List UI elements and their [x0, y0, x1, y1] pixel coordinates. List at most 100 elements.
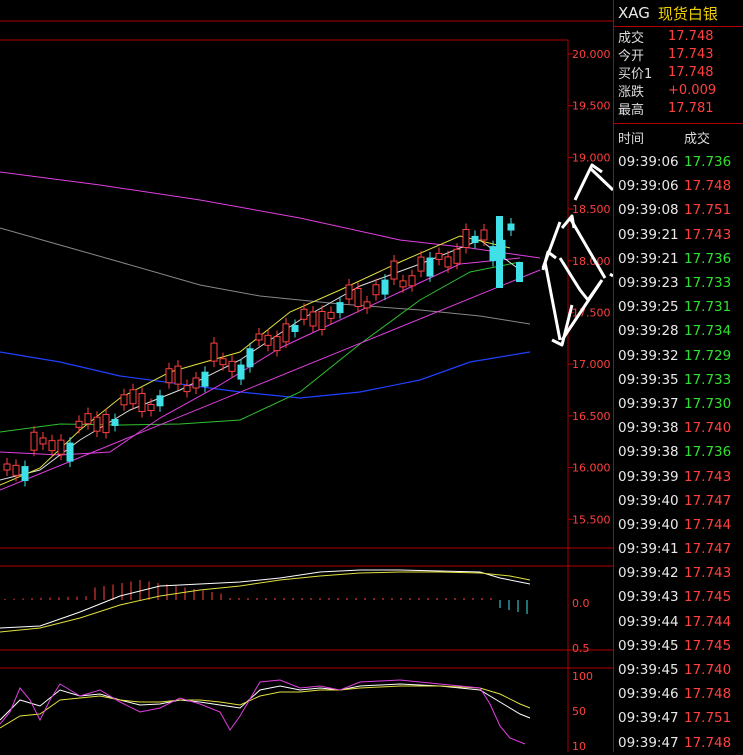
tick-row: 09:39:40 17.744: [614, 513, 743, 537]
quote-label: 今开: [618, 48, 645, 64]
candle-body: [318, 310, 326, 330]
macd-tick-label: 0.0: [572, 597, 590, 610]
tick-row: 09:39:25 17.731: [614, 295, 743, 319]
candle-body: [84, 413, 92, 425]
candle-body: [3, 463, 11, 471]
price-tick-label: 19.500: [572, 100, 611, 113]
tick-row: 09:39:08 17.751: [614, 198, 743, 222]
tick-time: 09:39:45: [618, 637, 679, 654]
candle-body: [345, 284, 353, 300]
candle-body: [192, 377, 200, 389]
tick-price: 17.744: [684, 516, 732, 533]
ma-line-blue: [0, 351, 531, 399]
kdj-k-line: [0, 683, 531, 721]
tick-price: 17.729: [684, 347, 732, 364]
chart-canvas: 20.00019.50019.00018.50018.00017.50017.0…: [0, 20, 613, 752]
candle-body: [120, 394, 128, 406]
price-tick-label: 19.000: [572, 151, 611, 164]
tick-row: 09:39:42 17.743: [614, 561, 743, 585]
tick-time: 09:39:38: [618, 420, 679, 437]
tick-list[interactable]: 09:39:06 17.736 09:39:06 17.748 09:39:08 17.7…: [614, 150, 743, 755]
tick-time: 09:39:46: [618, 686, 679, 703]
quote-value: 17.781: [668, 100, 714, 116]
tick-price: 17.743: [684, 468, 732, 485]
tick-row: 09:39:37 17.730: [614, 392, 743, 416]
quote-label: 最高: [618, 102, 645, 118]
tick-time: 09:39:32: [618, 347, 679, 364]
candle-body: [354, 288, 362, 308]
candle-body: [219, 358, 227, 366]
tick-time: 09:39:21: [618, 250, 679, 267]
symbol-name: 现货白银: [657, 4, 718, 23]
candle-body: [390, 260, 398, 280]
candle-body: [480, 229, 488, 241]
candle-body: [57, 439, 65, 455]
tick-row: 09:39:32 17.729: [614, 344, 743, 368]
candle-body: [426, 257, 434, 277]
tick-price: 17.736: [684, 250, 732, 267]
tick-price: 17.751: [684, 202, 732, 219]
tick-price: 17.730: [684, 395, 732, 412]
tick-time: 09:39:40: [618, 516, 679, 533]
macd-axis: 0.0 0.5: [572, 597, 590, 655]
tick-price: 17.745: [684, 637, 732, 654]
tick-price: 17.745: [684, 589, 732, 606]
tick-row: 09:39:47 17.751: [614, 706, 743, 730]
ticks-header-time: 时间: [618, 131, 645, 147]
candle-body: [21, 466, 29, 482]
tick-row: 09:39:21 17.743: [614, 223, 743, 247]
quote-row: 涨跌 +0.009: [614, 81, 743, 100]
tick-time: 09:39:28: [618, 323, 679, 340]
candle-body: [147, 403, 155, 411]
candle-body: [156, 395, 164, 407]
quote-summary: 成交 17.748 今开 17.743 买价1 17.748 涨跌 +0.009 最高 17.78…: [614, 27, 743, 118]
tick-time: 09:39:44: [618, 613, 679, 630]
tick-row: 09:39:40 17.747: [614, 489, 743, 513]
kline-chart[interactable]: 20.000 19.500 19.000 18.500 18.000 17.500 17.0…: [0, 0, 613, 752]
candle-body: [408, 275, 416, 287]
candle-body: [237, 364, 245, 380]
tick-time: 09:39:43: [618, 589, 679, 606]
tick-price: 17.740: [684, 662, 732, 679]
tick-time: 09:39:21: [618, 226, 679, 243]
tick-row: 09:39:35 17.733: [614, 368, 743, 392]
trend-line: [0, 269, 541, 491]
ma-line-magenta-long: [0, 171, 541, 259]
candle-body: [471, 235, 479, 243]
tick-time: 09:39:47: [618, 710, 679, 727]
tick-time: 09:39:08: [618, 202, 679, 219]
tick-time: 09:39:45: [618, 662, 679, 679]
candle-body: [201, 371, 209, 387]
quote-value: +0.009: [668, 82, 717, 98]
candle-body: [246, 348, 254, 368]
candle-body: [264, 334, 272, 346]
tick-time: 09:39:41: [618, 541, 679, 558]
symbol-code: XAG: [618, 4, 650, 22]
tick-row: 09:39:21 17.736: [614, 247, 743, 271]
tick-row: 09:39:44 17.744: [614, 610, 743, 634]
candle-body: [496, 216, 503, 288]
candle-body: [102, 414, 110, 434]
ma-line-gray: [0, 227, 531, 325]
candle-body: [93, 416, 101, 432]
price-tick-label: 17.000: [572, 358, 611, 371]
quote-label: 涨跌: [618, 84, 645, 100]
tick-price: 17.744: [684, 613, 732, 630]
tick-time: 09:39:39: [618, 468, 679, 485]
symbol-header: XAG 现货白银: [614, 0, 743, 27]
candle-body: [273, 336, 281, 352]
quote-value: 17.748: [668, 64, 714, 80]
tick-row: 09:39:43 17.745: [614, 585, 743, 609]
candle-body: [327, 311, 335, 319]
candle-body: [435, 252, 443, 260]
candle-body: [30, 431, 38, 451]
candle-body: [174, 365, 182, 385]
candle-body: [255, 333, 263, 341]
tick-time: 09:39:23: [618, 275, 679, 292]
tick-row: 09:39:41 17.747: [614, 537, 743, 561]
tick-price: 17.751: [684, 710, 732, 727]
kdj-tick-label: 100: [572, 670, 593, 683]
tick-row: 09:39:46 17.748: [614, 682, 743, 706]
quote-row: 今开 17.743: [614, 45, 743, 64]
candle-body: [516, 262, 523, 282]
